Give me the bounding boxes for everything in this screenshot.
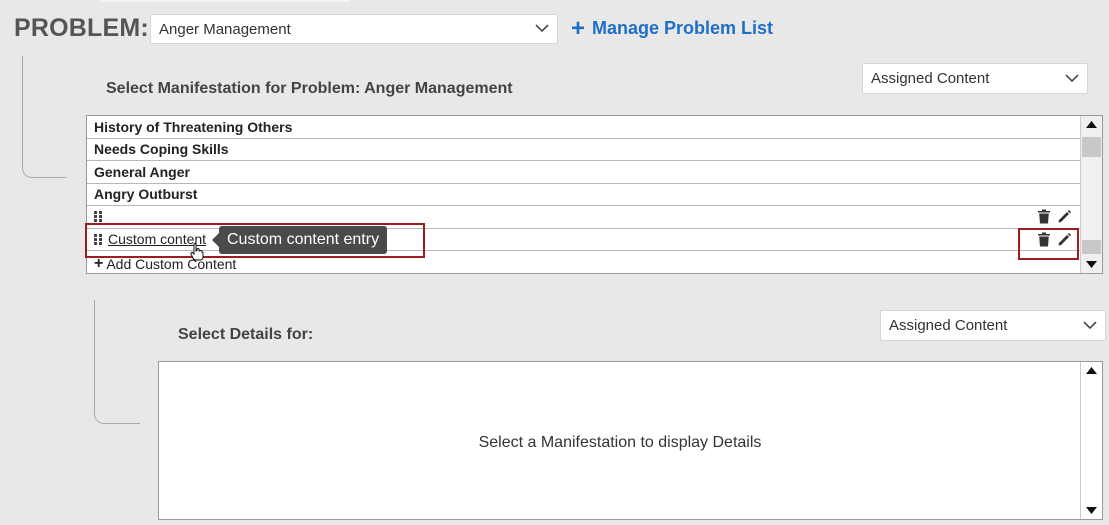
list-item[interactable]: Needs Coping Skills: [87, 139, 1081, 161]
scroll-thumb-lower[interactable]: [1082, 240, 1101, 254]
scroll-up-icon[interactable]: [1081, 362, 1102, 379]
scroll-thumb[interactable]: [1082, 137, 1101, 157]
row-actions: [1037, 209, 1071, 224]
details-filter-value: Assigned Content: [889, 317, 1008, 334]
list-item[interactable]: General Anger: [87, 161, 1081, 184]
scroll-down-icon[interactable]: [1081, 256, 1102, 273]
manifestation-filter-select[interactable]: Assigned Content: [862, 63, 1088, 94]
list-item[interactable]: Angry Outburst: [87, 184, 1081, 206]
manifestation-filter-value: Assigned Content: [871, 70, 990, 87]
tree-connector: [94, 300, 140, 424]
hand-cursor-icon: [190, 243, 204, 261]
scroll-down-icon[interactable]: [1081, 502, 1102, 519]
list-item-label: Needs Coping Skills: [94, 141, 229, 158]
pencil-icon[interactable]: [1057, 209, 1071, 224]
details-scrollbar[interactable]: [1080, 362, 1102, 519]
list-item-label: Angry Outburst: [94, 186, 198, 203]
scroll-up-icon[interactable]: [1081, 116, 1102, 133]
list-item[interactable]: History of Threatening Others: [87, 116, 1081, 139]
list-scrollbar[interactable]: [1080, 116, 1102, 273]
manage-problem-list-label: Manage Problem List: [592, 18, 774, 38]
list-item-label: General Anger: [94, 163, 190, 180]
trash-icon[interactable]: [1037, 209, 1051, 224]
highlight-row-actions: [1018, 228, 1079, 260]
chevron-down-icon: [1065, 73, 1079, 82]
list-item-label: History of Threatening Others: [94, 118, 293, 135]
add-custom-content-label: Add Custom Content: [106, 256, 237, 272]
problem-select-value: Anger Management: [159, 20, 291, 38]
top-tab-indicator: [100, 0, 350, 2]
tooltip: Custom content entry: [211, 226, 388, 254]
chevron-down-icon: [535, 24, 549, 33]
details-title: Select Details for:: [178, 326, 314, 343]
chevron-down-icon: [1083, 320, 1097, 329]
manifestation-title: Select Manifestation for Problem: Anger …: [106, 80, 513, 97]
details-empty-message: Select a Manifestation to display Detail…: [478, 434, 762, 451]
plus-icon: +: [571, 14, 586, 42]
details-panel[interactable]: Select a Manifestation to display Detail…: [158, 361, 1103, 520]
drag-handle-icon[interactable]: [94, 211, 102, 223]
details-filter-select[interactable]: Assigned Content: [880, 310, 1106, 341]
problem-label: PROBLEM:: [14, 14, 149, 42]
manage-problem-list-link[interactable]: + Manage Problem List: [571, 14, 774, 42]
problem-select[interactable]: Anger Management: [150, 14, 558, 44]
tree-connector: [22, 56, 66, 178]
